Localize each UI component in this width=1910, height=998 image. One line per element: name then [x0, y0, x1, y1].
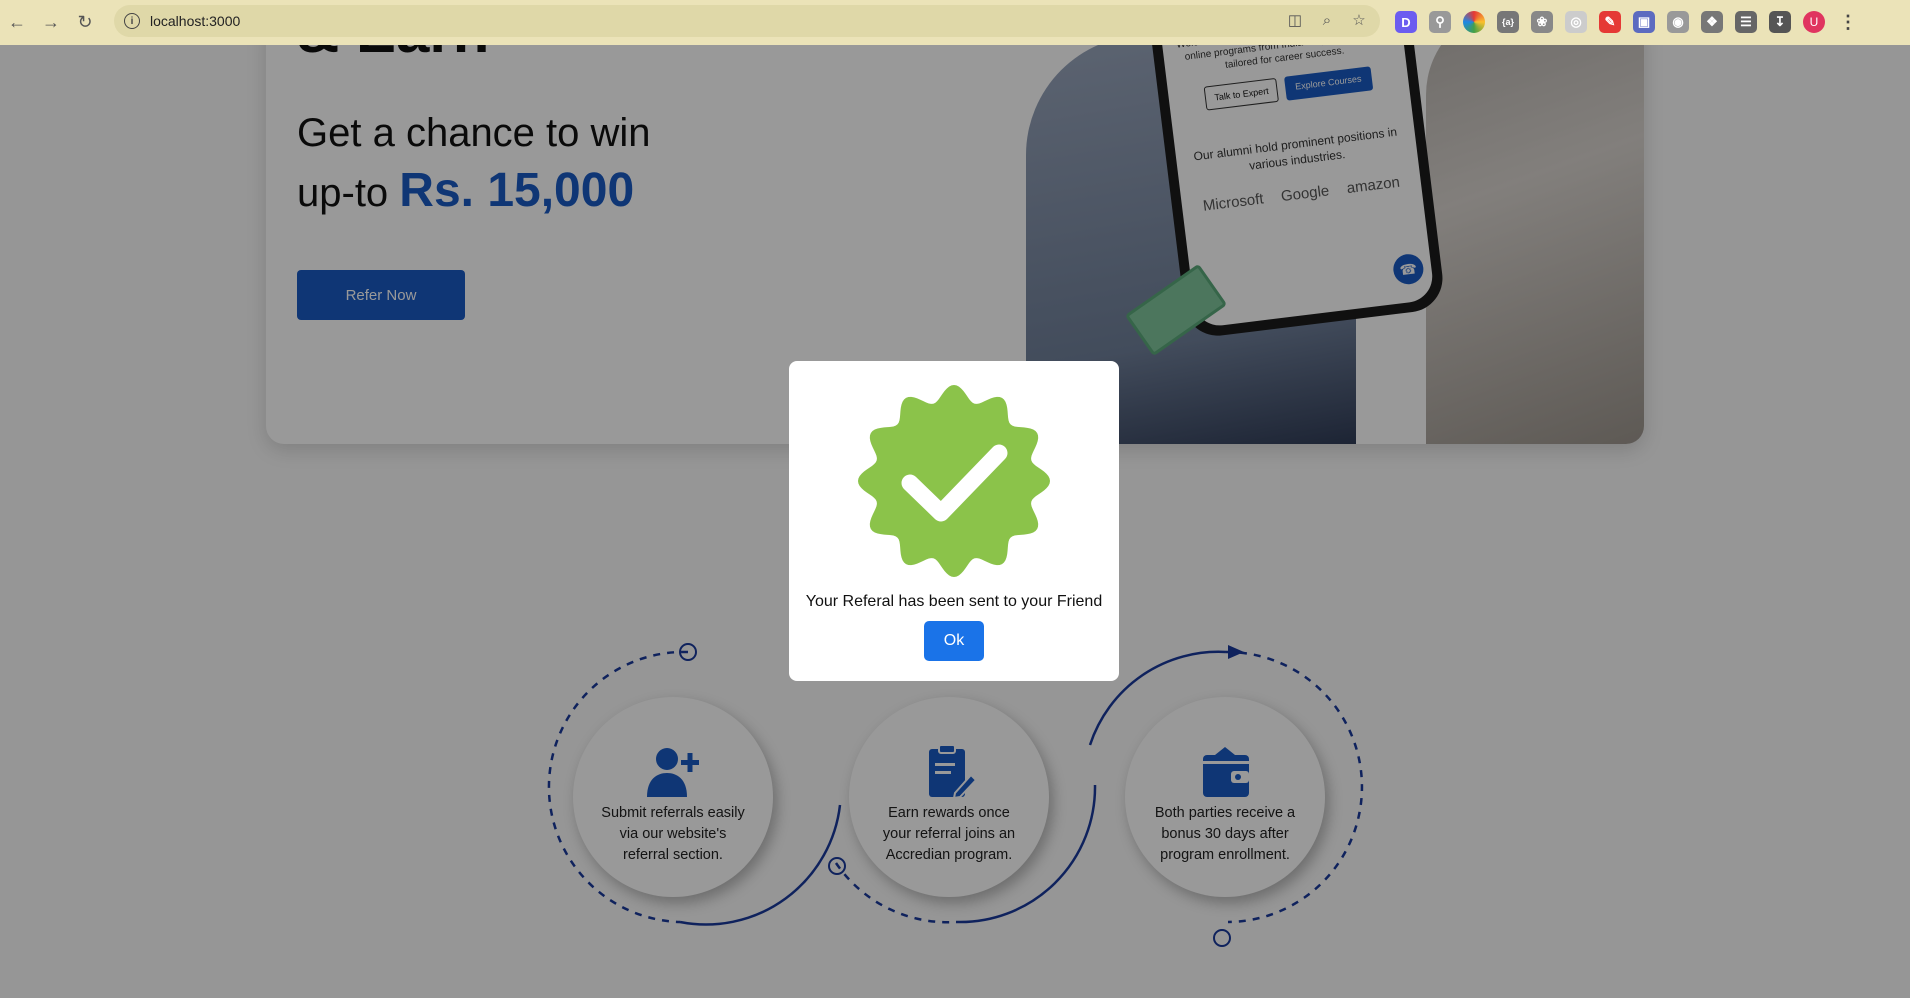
badge-shape — [858, 385, 1050, 577]
extension-eye-icon[interactable]: ◎ — [1565, 11, 1587, 33]
menu-kebab-icon[interactable]: ⋮ — [1837, 11, 1859, 33]
url-text[interactable]: localhost:3000 — [150, 13, 240, 29]
browser-toolbar: ← → ↻ i localhost:3000 ◫ ⌕ ☆ D ⚲ {a} ❀ ◎… — [0, 0, 1910, 45]
bookmark-star-icon[interactable]: ☆ — [1350, 12, 1368, 30]
extensions-puzzle-icon[interactable]: ❖ — [1701, 11, 1723, 33]
site-info-icon[interactable]: i — [124, 13, 140, 29]
back-icon[interactable]: ← — [0, 6, 34, 40]
forward-icon[interactable]: → — [34, 6, 68, 40]
modal-message: Your Referal has been sent to your Frien… — [805, 593, 1103, 610]
extension-search-icon[interactable]: ⚲ — [1429, 11, 1451, 33]
install-app-icon[interactable]: ◫ — [1286, 12, 1304, 30]
ok-button[interactable]: Ok — [924, 621, 984, 661]
profile-avatar[interactable]: U — [1803, 11, 1825, 33]
reload-icon[interactable]: ↻ — [68, 6, 102, 40]
extension-pen-icon[interactable]: ✎ — [1599, 11, 1621, 33]
extension-brackets-icon[interactable]: {a} — [1497, 11, 1519, 33]
extension-screenshot-icon[interactable]: ▣ — [1633, 11, 1655, 33]
media-queue-icon[interactable]: ☰ — [1735, 11, 1757, 33]
verified-check-badge-icon — [858, 385, 1050, 577]
extension-d-icon[interactable]: D — [1395, 11, 1417, 33]
extension-camera-icon[interactable]: ◉ — [1667, 11, 1689, 33]
download-icon[interactable]: ↧ — [1769, 11, 1791, 33]
address-bar[interactable]: i localhost:3000 ◫ ⌕ ☆ — [114, 5, 1380, 37]
extension-bug-icon[interactable]: ❀ — [1531, 11, 1553, 33]
extension-color-icon[interactable] — [1463, 11, 1485, 33]
zoom-icon[interactable]: ⌕ — [1318, 12, 1336, 30]
referral-success-modal: Your Referal has been sent to your Frien… — [789, 361, 1119, 681]
